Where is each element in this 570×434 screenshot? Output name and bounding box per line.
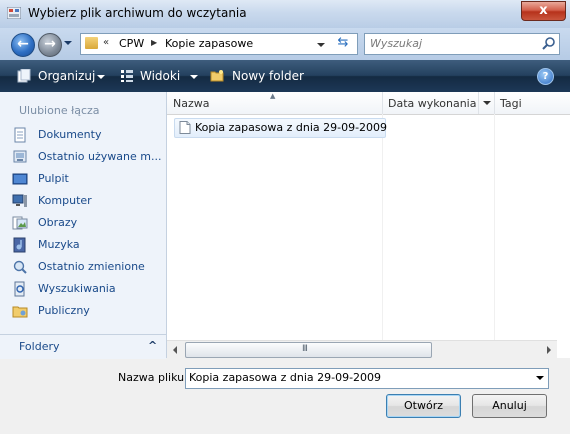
sidebar-item-dokumenty[interactable]: Dokumenty: [12, 125, 162, 145]
navigation-pane: Ulubione łącza Dokumenty Ostatnio używan…: [0, 92, 167, 359]
sidebar-item-komputer[interactable]: Komputer: [12, 191, 162, 211]
file-name: Kopia zapasowa z dnia 29-09-2009: [195, 121, 388, 134]
scroll-left-button[interactable]: [167, 341, 184, 358]
cancel-button[interactable]: Anuluj: [472, 394, 547, 418]
column-header-nazwa[interactable]: Nazwa ▲: [167, 92, 383, 114]
filename-label: Nazwa pliku:: [118, 371, 188, 384]
organize-icon: [17, 69, 31, 83]
address-bar[interactable]: « CPW ▶ Kopie zapasowe ⇆: [80, 33, 358, 55]
desktop-icon: [12, 173, 28, 185]
back-arrow-icon: ←: [17, 36, 29, 52]
help-button[interactable]: ?: [537, 68, 554, 85]
searches-icon: [14, 281, 25, 297]
sidebar-item-pulpit[interactable]: Pulpit: [12, 169, 162, 189]
close-icon: x: [539, 3, 548, 18]
search-icon[interactable]: [541, 36, 557, 52]
file-list-view: Nazwa ▲ Data wykonania Tagi Kopia zapaso…: [167, 92, 570, 358]
public-folder-icon: [12, 306, 28, 318]
breadcrumb-separator-icon[interactable]: ▶: [151, 38, 157, 47]
breadcrumb-cpw[interactable]: CPW: [119, 37, 144, 50]
recent-places-icon: [13, 150, 27, 163]
views-icon: [121, 70, 133, 82]
sidebar-item-label: Obrazy: [38, 216, 78, 229]
views-dropdown-icon[interactable]: [190, 75, 198, 79]
sidebar-item-publiczny[interactable]: Publiczny: [12, 301, 162, 321]
column-header-tagi[interactable]: Tagi: [494, 92, 570, 114]
column-label: Nazwa: [173, 97, 210, 110]
favorite-links-heading: Ulubione łącza: [19, 104, 100, 117]
address-history-dropdown[interactable]: [317, 43, 325, 47]
forward-arrow-icon: →: [44, 36, 56, 52]
refresh-button[interactable]: ⇆: [333, 35, 353, 51]
new-folder-button[interactable]: Nowy folder: [232, 69, 304, 83]
sidebar-item-label: Komputer: [38, 194, 92, 207]
address-bar-row: ← → « CPW ▶ Kopie zapasowe ⇆ Wyszukaj: [0, 28, 570, 60]
breadcrumb-overflow[interactable]: «: [103, 37, 109, 48]
sort-ascending-icon: ▲: [270, 92, 276, 100]
column-header-row: Nazwa ▲ Data wykonania Tagi: [167, 92, 570, 115]
window-title: Wybierz plik archiwum do wczytania: [28, 6, 247, 20]
help-icon: ?: [542, 71, 549, 82]
sidebar-item-label: Muzyka: [38, 238, 80, 251]
folders-label: Foldery: [19, 340, 60, 353]
sidebar-item-label: Publiczny: [38, 304, 90, 317]
sidebar-item-muzyka[interactable]: Muzyka: [12, 235, 162, 255]
forward-button[interactable]: →: [38, 33, 62, 57]
column-divider: [382, 114, 383, 340]
sidebar-item-recent-places[interactable]: Ostatnio używane m...: [12, 147, 162, 167]
folders-toggle[interactable]: Foldery ^: [0, 334, 166, 359]
column-label: Tagi: [500, 97, 522, 110]
views-button[interactable]: Widoki: [140, 69, 180, 83]
chevron-down-icon[interactable]: [536, 376, 544, 380]
back-button[interactable]: ←: [11, 33, 35, 57]
filename-field[interactable]: Kopia zapasowa z dnia 29-09-2009: [185, 368, 549, 389]
recently-changed-icon: [13, 260, 27, 274]
search-input[interactable]: Wyszukaj: [364, 33, 560, 55]
search-placeholder: Wyszukaj: [370, 37, 423, 50]
sidebar-item-label: Pulpit: [38, 172, 69, 185]
breadcrumb-kopie-zapasowe[interactable]: Kopie zapasowe: [165, 37, 253, 50]
sidebar-item-wyszukiwania[interactable]: Wyszukiwania: [12, 279, 162, 299]
column-label: Data wykonania: [388, 97, 477, 110]
horizontal-scrollbar[interactable]: III: [167, 340, 557, 358]
music-icon: [13, 237, 26, 253]
scrollbar-grip: III: [302, 344, 308, 354]
app-icon: [7, 7, 21, 19]
filename-value[interactable]: Kopia zapasowa z dnia 29-09-2009: [189, 371, 381, 384]
refresh-icon: ⇆: [337, 35, 349, 50]
scroll-right-button[interactable]: [540, 341, 557, 358]
new-folder-icon: [210, 70, 224, 82]
documents-icon: [14, 127, 26, 143]
sidebar-item-label: Dokumenty: [38, 128, 102, 141]
sidebar-item-obrazy[interactable]: Obrazy: [12, 213, 162, 233]
sidebar-item-ostatnio-zmienione[interactable]: Ostatnio zmienione: [12, 257, 162, 277]
column-divider: [494, 114, 495, 340]
computer-icon: [12, 194, 27, 207]
column-filter-dropdown[interactable]: [478, 92, 495, 114]
sidebar-item-label: Wyszukiwania: [38, 282, 116, 295]
file-item[interactable]: Kopia zapasowa z dnia 29-09-2009: [174, 118, 388, 138]
title-bar: Wybierz plik archiwum do wczytania x: [0, 0, 570, 28]
command-toolbar: Organizuj Widoki Nowy folder ?: [0, 60, 570, 92]
file-icon: [179, 121, 191, 134]
scrollbar-thumb[interactable]: III: [185, 342, 432, 358]
sidebar-item-label: Ostatnio używane m...: [38, 150, 162, 163]
pictures-icon: [12, 216, 28, 230]
file-open-dialog: Wybierz plik archiwum do wczytania x ← →…: [0, 0, 570, 434]
recent-pages-dropdown[interactable]: [64, 41, 72, 45]
column-header-data-wykonania[interactable]: Data wykonania: [382, 92, 495, 114]
folder-icon: [85, 37, 98, 49]
organize-dropdown-icon[interactable]: [97, 75, 105, 79]
organize-button[interactable]: Organizuj: [38, 69, 95, 83]
close-button[interactable]: x: [521, 1, 566, 21]
sidebar-item-label: Ostatnio zmienione: [38, 260, 145, 273]
chevron-up-icon: ^: [148, 339, 158, 352]
open-button[interactable]: Otwórz: [386, 394, 461, 418]
